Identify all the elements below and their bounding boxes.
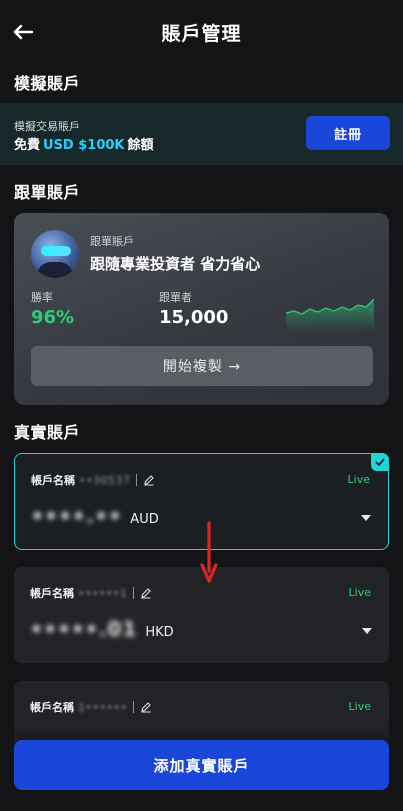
offer-amount: USD $100K xyxy=(43,138,125,153)
balance-row: ••••.•• AUD xyxy=(31,504,159,528)
edit-icon[interactable] xyxy=(140,701,152,713)
start-copy-button[interactable]: 開始複製 → xyxy=(31,346,373,386)
account-name-label: 帳戶名稱 xyxy=(30,587,74,600)
live-badge: Live xyxy=(347,473,370,486)
demo-section-title: 模擬賬戶 xyxy=(14,74,81,93)
trader-avatar xyxy=(31,230,79,278)
account-id-masked: ••••••1 xyxy=(78,586,128,600)
live-badge: Live xyxy=(348,700,371,713)
live-badge: Live xyxy=(348,586,371,599)
register-button[interactable]: 註冊 xyxy=(306,116,390,150)
balance-masked: ••••.•• xyxy=(31,504,123,528)
account-name-label: 帳戶名稱 xyxy=(30,701,74,714)
real-section-title: 真實賬戶 xyxy=(14,423,81,442)
page-title: 賬戶管理 xyxy=(161,22,242,45)
top-bar: 賬戶管理 xyxy=(0,0,403,64)
offer-suffix: 餘額 xyxy=(127,138,154,153)
account-name-row: 帳戶名稱 ••30537 xyxy=(31,472,155,488)
copy-card-headline: 跟隨專業投資者 省力省心 xyxy=(90,255,261,273)
edit-icon[interactable] xyxy=(143,474,155,486)
demo-banner-label: 模擬交易賬戶 xyxy=(14,120,80,133)
selected-check-icon xyxy=(371,453,389,471)
copy-section-title: 跟單賬戶 xyxy=(14,183,81,202)
chevron-down-icon[interactable] xyxy=(361,627,373,635)
followers-label: 跟單者 xyxy=(159,291,192,304)
annotation-arrow-icon xyxy=(200,521,218,583)
copy-card-subtitle: 跟單賬戶 xyxy=(90,235,134,248)
balance-masked: •••••.01 xyxy=(30,617,138,641)
followers-value: 15,000 xyxy=(159,307,229,328)
account-name-label: 帳戶名稱 xyxy=(31,474,75,487)
edit-icon[interactable] xyxy=(140,587,152,599)
currency-label: HKD xyxy=(145,625,174,640)
back-button[interactable] xyxy=(10,20,36,44)
account-name-row: 帳戶名稱 1•••••• xyxy=(30,699,152,715)
offer-free: 免費 xyxy=(14,138,41,153)
balance-row: •••••.01 HKD xyxy=(30,617,174,641)
performance-sparkline xyxy=(286,298,374,331)
account-name-row: 帳戶名稱 ••••••1 xyxy=(30,585,152,601)
arrow-left-icon xyxy=(13,24,33,40)
win-rate-label: 勝率 xyxy=(31,291,53,304)
copy-trading-card: 跟單賬戶 跟隨專業投資者 省力省心 勝率 96% 跟單者 15,000 開始複製… xyxy=(14,213,389,405)
chevron-down-icon[interactable] xyxy=(360,514,372,522)
account-id-masked: ••30537 xyxy=(79,473,131,487)
currency-label: AUD xyxy=(130,512,159,527)
account-id-masked: 1•••••• xyxy=(78,700,128,714)
win-rate-value: 96% xyxy=(31,307,75,328)
add-real-account-button[interactable]: 添加真實賬戶 xyxy=(14,740,389,790)
demo-offer-text: 免費 USD $100K 餘額 xyxy=(14,134,154,153)
